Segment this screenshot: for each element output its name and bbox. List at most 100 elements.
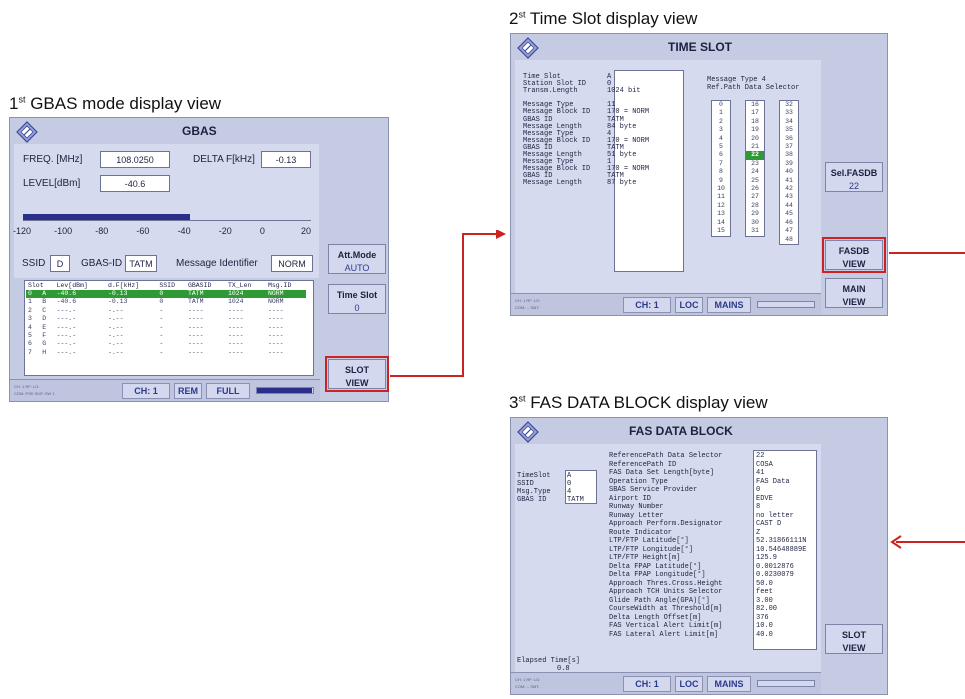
panel-title: TIME SLOT bbox=[668, 40, 732, 54]
caption-fas-view: 3st FAS DATA BLOCK display view bbox=[509, 393, 768, 413]
scale-tick-label: -20 bbox=[218, 226, 232, 236]
table-header-cell: SSID bbox=[159, 282, 175, 289]
selector-value[interactable]: 34 bbox=[780, 118, 798, 126]
ref-path-header-1: Message Type 4 bbox=[707, 76, 766, 84]
selector-value[interactable]: 12 bbox=[712, 202, 730, 210]
selector-value[interactable]: 42 bbox=[780, 185, 798, 193]
selector-value[interactable]: 19 bbox=[746, 126, 764, 134]
selector-value[interactable]: 23 bbox=[746, 160, 764, 168]
slot-view-button[interactable]: SLOT VIEW bbox=[825, 624, 883, 654]
selector-value[interactable]: 36 bbox=[780, 135, 798, 143]
level-label: LEVEL[dBm] bbox=[23, 178, 81, 189]
selector-value[interactable]: 47 bbox=[780, 227, 798, 235]
table-cell: -0.13 bbox=[107, 298, 128, 306]
ssid-label: SSID bbox=[22, 258, 46, 269]
selector-value[interactable]: 13 bbox=[712, 210, 730, 218]
selector-value[interactable]: 33 bbox=[780, 109, 798, 117]
arrow-to-fas bbox=[889, 252, 965, 254]
selector-value[interactable]: 11 bbox=[712, 193, 730, 201]
selector-value[interactable]: 26 bbox=[746, 185, 764, 193]
table-row[interactable]: 3 D ---.- -.-- - ---- ---- ---- bbox=[26, 315, 306, 323]
selector-value[interactable]: 44 bbox=[780, 202, 798, 210]
selector-value[interactable]: 9 bbox=[712, 177, 730, 185]
table-row[interactable]: 5 F ---.- -.-- - ---- ---- ---- bbox=[26, 332, 306, 340]
table-row[interactable]: 7 H ---.- -.-- - ---- ---- ---- bbox=[26, 349, 306, 357]
table-cell: 0 bbox=[159, 298, 164, 306]
table-cell: -.-- bbox=[107, 348, 124, 356]
selector-value[interactable]: 25 bbox=[746, 177, 764, 185]
table-row[interactable]: 6 G ---.- -.-- - ---- ---- ---- bbox=[26, 340, 306, 348]
selector-value[interactable]: 21 bbox=[746, 143, 764, 151]
table-cell: 6 bbox=[28, 340, 32, 348]
selector-value[interactable]: 31 bbox=[746, 227, 764, 235]
table-row[interactable]: 2 C ---.- -.-- - ---- ---- ---- bbox=[26, 307, 306, 315]
fas-ident-values: A 0 4 TATM bbox=[567, 472, 584, 504]
table-row[interactable]: 0 A -40.6 -0.13 0 TATM 1024 NORM bbox=[26, 290, 306, 299]
selector-value[interactable]: 0 bbox=[712, 101, 730, 109]
table-cell: -.-- bbox=[107, 323, 124, 331]
table-header-cell: Lev[dBm] bbox=[56, 282, 88, 289]
battery-bar-fill bbox=[257, 388, 312, 393]
selector-value[interactable]: 22 bbox=[746, 151, 764, 160]
selector-value[interactable]: 41 bbox=[780, 177, 798, 185]
selector-value[interactable]: 27 bbox=[746, 193, 764, 201]
selector-value[interactable]: 15 bbox=[712, 227, 730, 235]
selector-value[interactable]: 14 bbox=[712, 219, 730, 227]
sel-fasdb-button[interactable]: Sel.FASDB 22 bbox=[825, 162, 883, 192]
table-row[interactable]: 4 E ---.- -.-- - ---- ---- ---- bbox=[26, 324, 306, 332]
att-mode-button[interactable]: Att.Mode AUTO bbox=[328, 244, 386, 274]
selector-value[interactable]: 35 bbox=[780, 126, 798, 134]
selector-value[interactable]: 6 bbox=[712, 151, 730, 159]
selector-value[interactable]: 29 bbox=[746, 210, 764, 218]
slot-view-label: SLOT bbox=[842, 630, 866, 640]
scale-tick-label: -120 bbox=[13, 226, 32, 236]
selector-value[interactable]: 4 bbox=[712, 135, 730, 143]
main-view-button[interactable]: MAIN VIEW bbox=[825, 278, 883, 308]
table-cell: 4 bbox=[28, 323, 32, 331]
selector-value[interactable]: 39 bbox=[780, 160, 798, 168]
table-cell: ---.- bbox=[56, 332, 77, 340]
slot-view-label-2: VIEW bbox=[842, 643, 866, 653]
table-cell: TATM bbox=[187, 298, 204, 306]
selector-value[interactable]: 37 bbox=[780, 143, 798, 151]
rohde-schwarz-logo-icon bbox=[16, 121, 38, 143]
selector-value[interactable]: 16 bbox=[746, 101, 764, 109]
selector-value[interactable]: 48 bbox=[780, 236, 798, 244]
table-cell: 1024 bbox=[225, 290, 266, 299]
selector-value[interactable]: 38 bbox=[780, 151, 798, 159]
selector-value[interactable]: 10 bbox=[712, 185, 730, 193]
timeslot-status-bar: CH: 1 RF: LO: COM: -- SMT: CH: 1 LOC MAI… bbox=[511, 293, 821, 315]
selector-value[interactable]: 30 bbox=[746, 219, 764, 227]
time-slot-button[interactable]: Time Slot 0 bbox=[328, 284, 386, 314]
selector-value[interactable]: 20 bbox=[746, 135, 764, 143]
table-cell: ---- bbox=[187, 315, 204, 323]
selector-value[interactable]: 5 bbox=[712, 143, 730, 151]
selector-value[interactable]: 32 bbox=[780, 101, 798, 109]
selector-value[interactable]: 17 bbox=[746, 109, 764, 117]
channel-indicator: CH: 1 bbox=[623, 676, 671, 692]
selector-value[interactable]: 8 bbox=[712, 168, 730, 176]
selector-value[interactable]: 3 bbox=[712, 126, 730, 134]
table-cell: ---- bbox=[187, 306, 204, 314]
table-cell: - bbox=[159, 323, 164, 331]
table-row[interactable]: 1 B -40.6 -0.13 0 TATM 1024 NORM bbox=[26, 298, 306, 306]
selector-value[interactable]: 18 bbox=[746, 118, 764, 126]
selector-value[interactable]: 43 bbox=[780, 193, 798, 201]
selector-value[interactable]: 46 bbox=[780, 219, 798, 227]
selector-value[interactable]: 40 bbox=[780, 168, 798, 176]
timeslot-info-list: Time Slot A Station Slot ID 0 Transm.Len… bbox=[523, 73, 650, 188]
ssid-value: D bbox=[50, 255, 70, 272]
status-info-1: CH: 1 RF: LO: bbox=[515, 677, 541, 682]
selector-value[interactable]: 28 bbox=[746, 202, 764, 210]
selector-value[interactable]: 2 bbox=[712, 118, 730, 126]
time-slot-label: Time Slot bbox=[336, 290, 378, 300]
selector-value[interactable]: 45 bbox=[780, 210, 798, 218]
selector-column-2: 16 17 18 19 20 21 22 23 24 25 26 27 28 29 30 31 bbox=[745, 100, 765, 237]
selector-value[interactable]: 1 bbox=[712, 109, 730, 117]
selector-value[interactable]: 7 bbox=[712, 160, 730, 168]
caption-text: GBAS mode display view bbox=[25, 94, 222, 113]
fasdb-view-button[interactable]: FASDB VIEW bbox=[822, 237, 886, 273]
slot-view-button[interactable]: SLOT VIEW bbox=[325, 356, 389, 392]
selector-value[interactable]: 24 bbox=[746, 168, 764, 176]
table-cell: 0 bbox=[157, 290, 186, 299]
